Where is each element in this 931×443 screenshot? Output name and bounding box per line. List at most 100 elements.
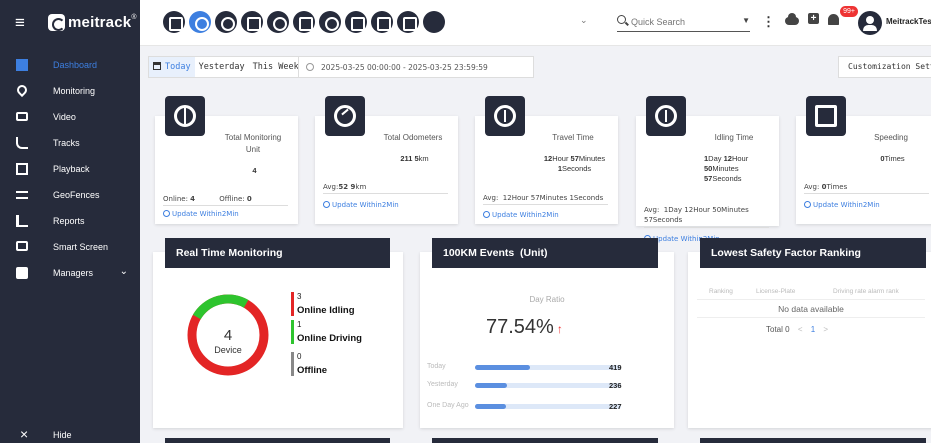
more-shortcut-icon[interactable] bbox=[423, 11, 445, 33]
hamburger-menu-icon[interactable]: ≡ bbox=[0, 0, 40, 46]
event-bar-today bbox=[475, 365, 531, 370]
speeding-card: Speeding 0Times Avg: 0Times Update Withi… bbox=[796, 96, 931, 224]
next-panel-header bbox=[432, 438, 658, 443]
total-odometers-card: Total Odometers 211 5km Avg:52 9km Updat… bbox=[315, 96, 458, 224]
speeding-value: 0Times bbox=[880, 154, 905, 163]
location-pin-icon bbox=[14, 82, 30, 98]
prev-page-button[interactable]: < bbox=[798, 325, 803, 334]
search-icon bbox=[617, 15, 626, 24]
add-icon[interactable]: + bbox=[808, 13, 819, 24]
quick-search[interactable]: ▼ bbox=[617, 14, 750, 32]
travel-time-card: Travel Time 12Hour 57Minutes 1Seconds Avg… bbox=[475, 96, 618, 224]
refresh-icon bbox=[483, 211, 490, 218]
search-dropdown-icon[interactable]: ▼ bbox=[742, 16, 750, 25]
screen-shortcut-icon[interactable] bbox=[163, 11, 185, 33]
odometer-avg: Avg:52 9km bbox=[323, 183, 448, 194]
update-link[interactable]: Update Within2Min bbox=[804, 201, 880, 209]
yesterday-button[interactable]: Yesterday bbox=[195, 57, 249, 77]
idling-time-value: 1Day 12Hour 50Minutes 57Seconds bbox=[704, 154, 749, 183]
safety-ranking-panel: Lowest Safety Factor Ranking Ranking Lic… bbox=[688, 238, 931, 428]
pagination: Total 0 < 1 > bbox=[766, 325, 829, 334]
speeding-icon bbox=[806, 96, 846, 136]
sidebar-item-dashboard[interactable]: Dashboard bbox=[0, 52, 140, 78]
arrow-up-icon: ↑ bbox=[556, 322, 563, 336]
this-week-button[interactable]: This Week bbox=[249, 57, 303, 77]
sidebar-item-tracks[interactable]: Tracks bbox=[0, 130, 140, 156]
event-row-one-day-ago: One Day Ago 227 bbox=[427, 402, 622, 411]
panel-title: Real Time Monitoring bbox=[165, 238, 390, 268]
top-bar: ≡ meitrack® ⌄ ▼ ⋮ + 99+ MeitrackTest bbox=[0, 0, 931, 46]
monitoring-unit-value: 4 bbox=[252, 166, 257, 175]
bell-icon[interactable] bbox=[828, 14, 839, 25]
idling-time-avg: Avg: 1Day 12Hour 50Minutes 57Seconds bbox=[644, 205, 769, 228]
video-shortcut-icon[interactable] bbox=[293, 11, 315, 33]
dashboard-shortcut-icon[interactable] bbox=[189, 11, 211, 33]
calendar-icon bbox=[153, 62, 161, 70]
sidebar-item-smart-screen[interactable]: Smart Screen bbox=[0, 234, 140, 260]
report-shortcut-icon[interactable] bbox=[397, 11, 419, 33]
video-icon bbox=[16, 112, 28, 121]
total-monitoring-card: Total Monitoring Unit 4 Online: 4 Offlin… bbox=[155, 96, 298, 224]
events-panel: 100KM Events (Unit) Day Ratio 77.54% ↑ To… bbox=[420, 238, 674, 428]
message-shortcut-icon[interactable] bbox=[371, 11, 393, 33]
next-page-button[interactable]: > bbox=[823, 325, 828, 334]
travel-time-value: 12Hour 57Minutes 1Seconds bbox=[543, 154, 606, 173]
driver-shortcut-icon[interactable] bbox=[319, 11, 341, 33]
logo[interactable]: meitrack® bbox=[40, 0, 140, 46]
next-panel-header bbox=[700, 438, 926, 443]
vehicle-shortcut-icon[interactable] bbox=[345, 11, 367, 33]
update-link[interactable]: Update Within2Min bbox=[163, 210, 239, 218]
day-ratio-value: 77.54% ↑ bbox=[486, 316, 563, 338]
chevron-down-icon: ⌄ bbox=[119, 266, 128, 277]
briefcase-icon bbox=[16, 267, 28, 279]
sidebar-item-playback[interactable]: Playback bbox=[0, 156, 140, 182]
playback-shortcut-icon[interactable] bbox=[241, 11, 263, 33]
meitrack-logo-icon bbox=[48, 14, 65, 31]
no-data-message: No data available bbox=[697, 300, 925, 318]
ranking-table-header: Ranking License-Plate Driving rate alarm… bbox=[697, 284, 925, 300]
event-row-yesterday: Yesterday 236 bbox=[427, 381, 622, 390]
clock-icon bbox=[485, 96, 525, 136]
avatar[interactable] bbox=[858, 11, 882, 35]
panel-title: 100KM Events (Unit) bbox=[432, 238, 658, 268]
playback-icon bbox=[16, 163, 28, 175]
today-button[interactable]: Today bbox=[149, 57, 195, 77]
page-number-button[interactable]: 1 bbox=[811, 325, 815, 334]
search-input[interactable] bbox=[631, 14, 731, 30]
device-total: 4 bbox=[223, 327, 233, 344]
customization-setting-button[interactable]: Customization Setting bbox=[838, 56, 931, 78]
clock-icon bbox=[646, 96, 686, 136]
refresh-icon bbox=[323, 201, 330, 208]
sidebar-item-reports[interactable]: Reports bbox=[0, 208, 140, 234]
tracks-shortcut-icon[interactable] bbox=[267, 11, 289, 33]
event-row-today: Today 419 bbox=[427, 363, 622, 372]
sidebar-item-monitoring[interactable]: Monitoring bbox=[0, 78, 140, 104]
more-options-icon[interactable]: ⋮ bbox=[762, 14, 775, 30]
day-ratio-label: Day Ratio bbox=[529, 295, 565, 304]
brand-name: meitrack bbox=[68, 14, 132, 31]
clock-icon bbox=[306, 63, 314, 71]
speeding-avg: Avg: 0Times bbox=[804, 183, 929, 194]
refresh-icon bbox=[804, 201, 811, 208]
chevron-down-icon[interactable]: ⌄ bbox=[580, 15, 588, 26]
geofence-icon bbox=[16, 191, 28, 199]
quick-access-toolbar bbox=[163, 11, 445, 35]
location-shortcut-icon[interactable] bbox=[215, 11, 237, 33]
sidebar-item-geofences[interactable]: GeoFences bbox=[0, 182, 140, 208]
speedometer-icon bbox=[325, 96, 365, 136]
real-time-monitoring-panel: Real Time Monitoring 4 Device 3 Online I… bbox=[153, 238, 403, 428]
idling-time-card: Idling Time 1Day 12Hour 50Minutes 57Second… bbox=[636, 96, 779, 243]
refresh-icon bbox=[163, 210, 170, 217]
cloud-icon[interactable] bbox=[785, 13, 799, 25]
username[interactable]: MeitrackTest bbox=[886, 17, 931, 26]
sidebar-item-video[interactable]: Video bbox=[0, 104, 140, 130]
update-link[interactable]: Update Within2Min bbox=[483, 211, 559, 219]
sidebar: Dashboard Monitoring Video Tracks Playba… bbox=[0, 46, 140, 443]
travel-time-avg: Avg: 12Hour 57Minutes 1Seconds bbox=[483, 194, 608, 205]
sidebar-item-managers[interactable]: Managers ⌄ bbox=[0, 260, 140, 286]
date-range-picker[interactable]: 2025-03-25 00:00:00 - 2025-03-25 23:59:5… bbox=[298, 56, 534, 78]
update-link[interactable]: Update Within2Min bbox=[323, 201, 399, 209]
panel-title: Lowest Safety Factor Ranking bbox=[700, 238, 926, 268]
event-bar-one-day-ago bbox=[475, 404, 506, 409]
hide-sidebar-button[interactable]: × Hide bbox=[0, 427, 140, 443]
